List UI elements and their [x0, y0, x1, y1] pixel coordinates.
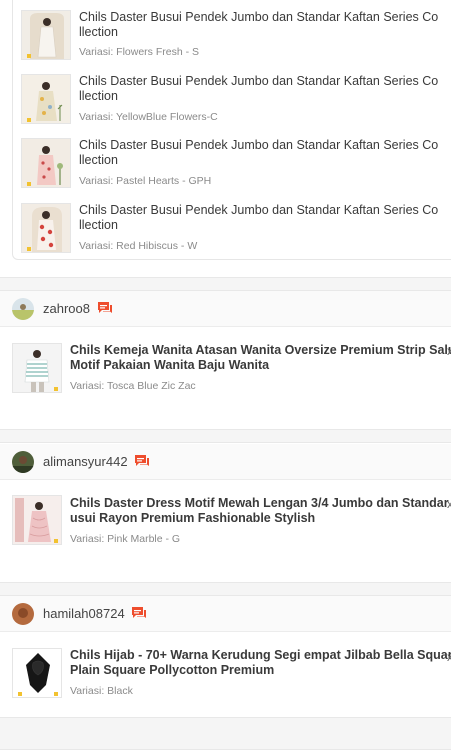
- product-thumbnail[interactable]: [21, 138, 71, 188]
- product-title[interactable]: Chils Daster Dress Motif Mewah Lengan 3/…: [70, 496, 451, 526]
- product-thumbnail[interactable]: [21, 10, 71, 60]
- product-title-line2: usui Rayon Premium Fashionable Stylish: [70, 511, 316, 525]
- product-title-line1: Chils Daster Busui Pendek Jumbo dan Stan…: [79, 203, 439, 217]
- product-title-line1: Chils Hijab - 70+ Warna Kerudung Segi em…: [70, 648, 451, 662]
- chat-icon[interactable]: [134, 454, 150, 468]
- product-title-line1: Chils Kemeja Wanita Atasan Wanita Oversi…: [70, 343, 451, 357]
- product-title-line2: Plain Square Pollycotton Premium: [70, 663, 275, 677]
- product-thumbnail[interactable]: [12, 495, 62, 545]
- chat-icon[interactable]: [131, 606, 147, 620]
- product-variant: Variasi: Red Hibiscus - W: [79, 240, 198, 252]
- product-variant: Variasi: Flowers Fresh - S: [79, 46, 199, 58]
- product-variant: Variasi: Pink Marble - G: [70, 533, 181, 545]
- product-title[interactable]: Chils Kemeja Wanita Atasan Wanita Oversi…: [70, 343, 451, 373]
- avatar[interactable]: [12, 451, 34, 473]
- product-variant: Variasi: YellowBlue Flowers-C: [79, 111, 218, 123]
- product-title-line2: llection: [79, 153, 118, 167]
- product-thumbnail[interactable]: [21, 74, 71, 124]
- order-item[interactable]: Chils Kemeja Wanita Atasan Wanita Oversi…: [0, 327, 451, 427]
- buyer-username[interactable]: zahroo8: [43, 301, 90, 316]
- product-title-line1: Chils Daster Dress Motif Mewah Lengan 3/…: [70, 496, 451, 510]
- avatar[interactable]: [12, 298, 34, 320]
- avatar[interactable]: [12, 603, 34, 625]
- product-variant: Variasi: Tosca Blue Zic Zac: [70, 380, 196, 392]
- product-title-line2: Motif Pakaian Wanita Baju Wanita: [70, 358, 270, 372]
- section-separator: [0, 277, 451, 291]
- order-item[interactable]: Chils Daster Dress Motif Mewah Lengan 3/…: [0, 480, 451, 580]
- buyer-header: hamilah08724: [0, 596, 451, 632]
- order-product-card: Chils Daster Busui Pendek Jumbo dan Stan…: [12, 0, 451, 260]
- buyer-header: zahroo8: [0, 291, 451, 327]
- product-thumbnail[interactable]: [21, 203, 71, 253]
- product-title[interactable]: Chils Daster Busui Pendek Jumbo dan Stan…: [79, 74, 451, 104]
- product-title[interactable]: Chils Daster Busui Pendek Jumbo dan Stan…: [79, 138, 451, 168]
- product-thumbnail[interactable]: [12, 343, 62, 393]
- section-separator: [0, 717, 451, 750]
- product-row[interactable]: Chils Daster Busui Pendek Jumbo dan Stan…: [21, 138, 451, 194]
- product-title-line1: Chils Daster Busui Pendek Jumbo dan Stan…: [79, 10, 439, 24]
- product-row[interactable]: Chils Daster Busui Pendek Jumbo dan Stan…: [21, 10, 451, 66]
- product-title[interactable]: Chils Daster Busui Pendek Jumbo dan Stan…: [79, 203, 451, 233]
- product-thumbnail[interactable]: [12, 648, 62, 698]
- product-variant: Variasi: Pastel Hearts - GPH: [79, 175, 212, 187]
- product-row[interactable]: Chils Daster Busui Pendek Jumbo dan Stan…: [21, 74, 451, 130]
- product-quantity: x: [447, 344, 451, 358]
- order-item[interactable]: Chils Hijab - 70+ Warna Kerudung Segi em…: [0, 632, 451, 716]
- product-variant: Variasi: Black: [70, 685, 133, 697]
- product-title-line1: Chils Daster Busui Pendek Jumbo dan Stan…: [79, 74, 439, 88]
- product-title[interactable]: Chils Hijab - 70+ Warna Kerudung Segi em…: [70, 648, 451, 678]
- product-row[interactable]: Chils Daster Busui Pendek Jumbo dan Stan…: [21, 203, 451, 259]
- section-separator: [0, 429, 451, 443]
- product-title-line2: llection: [79, 218, 118, 232]
- product-title[interactable]: Chils Daster Busui Pendek Jumbo dan Stan…: [79, 10, 451, 40]
- buyer-username[interactable]: hamilah08724: [43, 606, 125, 621]
- buyer-username[interactable]: alimansyur442: [43, 454, 128, 469]
- product-title-line2: llection: [79, 25, 118, 39]
- product-quantity: x: [447, 497, 451, 511]
- product-title-line1: Chils Daster Busui Pendek Jumbo dan Stan…: [79, 138, 439, 152]
- product-title-line2: llection: [79, 89, 118, 103]
- section-separator: [0, 582, 451, 596]
- buyer-header: alimansyur442: [0, 444, 451, 480]
- chat-icon[interactable]: [97, 301, 113, 315]
- product-quantity: x: [447, 650, 451, 664]
